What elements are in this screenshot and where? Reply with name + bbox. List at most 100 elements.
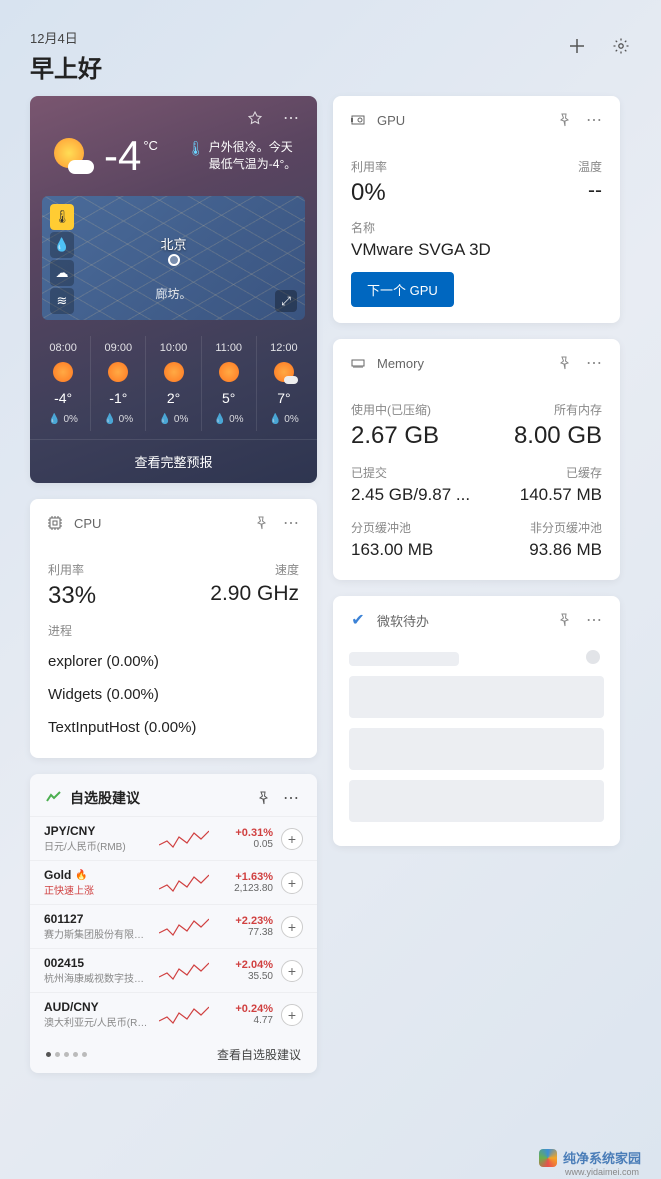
stock-subtitle: 赛力斯集团股份有限公司 bbox=[44, 926, 151, 941]
stock-subtitle: 澳大利亚元/人民币(RMB) bbox=[44, 1014, 151, 1029]
hour-time: 11:00 bbox=[215, 342, 242, 354]
weather-description: 🌡 户外很冷。今天最低气温为-4°。 bbox=[187, 139, 297, 173]
pin-icon[interactable] bbox=[245, 108, 265, 128]
view-watchlist-link[interactable]: 查看自选股建议 bbox=[93, 1046, 301, 1063]
stock-subtitle: 杭州海康威视数字技术股份… bbox=[44, 970, 151, 985]
hour-column[interactable]: 10:00 2° 💧 0% bbox=[145, 336, 200, 431]
add-stock-button[interactable]: + bbox=[281, 828, 303, 850]
memory-card: Memory ⋯ 使用中(已压缩)所有内存 2.67 GB8.00 GB 已提交… bbox=[333, 339, 620, 580]
header-greeting: 早上好 bbox=[30, 49, 102, 84]
hour-weather-icon bbox=[53, 362, 73, 382]
fire-icon: 🔥 bbox=[75, 870, 87, 881]
stock-row[interactable]: Gold🔥 正快速上涨 +1.63% 2,123.80 + bbox=[30, 860, 317, 904]
stock-row[interactable]: AUD/CNY 澳大利亚元/人民币(RMB) +0.24% 4.77 + bbox=[30, 992, 317, 1036]
hour-rain: 💧 0% bbox=[214, 414, 244, 425]
cpu-title: CPU bbox=[74, 516, 241, 531]
stock-price: 2,123.80 bbox=[217, 883, 273, 894]
add-stock-button[interactable]: + bbox=[281, 960, 303, 982]
stock-change: +0.24% bbox=[217, 1003, 273, 1015]
add-widget-button[interactable] bbox=[567, 36, 587, 56]
process-item: Widgets (0.00%) bbox=[48, 676, 299, 709]
add-stock-button[interactable]: + bbox=[281, 916, 303, 938]
map-tab-temp[interactable]: 🌡 bbox=[50, 204, 74, 230]
pin-icon[interactable] bbox=[554, 610, 574, 630]
mem-paged-value: 163.00 MB bbox=[351, 540, 433, 560]
more-icon[interactable]: ⋯ bbox=[584, 353, 604, 373]
hour-rain: 💧 0% bbox=[48, 414, 78, 425]
stock-row[interactable]: 002415 杭州海康威视数字技术股份… +2.04% 35.50 + bbox=[30, 948, 317, 992]
weather-map[interactable]: 🌡 💧 ☁ ≋ 北京 廊坊。 ⤢ bbox=[42, 196, 305, 320]
hour-column[interactable]: 11:00 5° 💧 0% bbox=[201, 336, 256, 431]
add-stock-button[interactable]: + bbox=[281, 872, 303, 894]
header: 12月4日 早上好 bbox=[0, 0, 661, 96]
stock-symbol: AUD/CNY bbox=[44, 1000, 151, 1014]
watermark-icon bbox=[539, 1149, 557, 1167]
thermometer-icon: 🌡 bbox=[187, 139, 205, 173]
hour-weather-icon bbox=[274, 362, 294, 382]
hour-weather-icon bbox=[108, 362, 128, 382]
more-icon[interactable]: ⋯ bbox=[584, 110, 604, 130]
hour-column[interactable]: 09:00 -1° 💧 0% bbox=[90, 336, 145, 431]
mem-nonpaged-label: 非分页缓冲池 bbox=[530, 519, 602, 536]
gpu-card: GPU ⋯ 利用率温度 0%-- 名称 VMware SVGA 3D 下一个 G… bbox=[333, 96, 620, 323]
hour-rain: 💧 0% bbox=[269, 414, 299, 425]
stock-change: +2.23% bbox=[217, 915, 273, 927]
stock-price: 0.05 bbox=[217, 839, 273, 850]
todo-icon: ✔ bbox=[349, 611, 367, 629]
map-tab-precip[interactable]: 💧 bbox=[50, 232, 74, 258]
stock-sparkline bbox=[159, 827, 209, 851]
hour-column[interactable]: 12:00 7° 💧 0% bbox=[256, 336, 311, 431]
cpu-icon bbox=[46, 514, 64, 532]
weather-card: ⋯ -4°C 🌡 户外很冷。今天最低气温为-4°。 🌡 💧 ☁ ≋ 北京 bbox=[30, 96, 317, 483]
map-tab-wind[interactable]: ≋ bbox=[50, 288, 74, 314]
hour-weather-icon bbox=[219, 362, 239, 382]
mem-total-value: 8.00 GB bbox=[514, 422, 602, 450]
hour-temp: 7° bbox=[277, 390, 290, 406]
stock-subtitle: 日元/人民币(RMB) bbox=[44, 838, 151, 853]
expand-icon[interactable]: ⤢ bbox=[275, 290, 297, 312]
current-temp: -4°C bbox=[104, 132, 158, 180]
stock-change: +0.31% bbox=[217, 827, 273, 839]
hour-column[interactable]: 08:00 -4° 💧 0% bbox=[36, 336, 90, 431]
more-icon[interactable]: ⋯ bbox=[584, 610, 604, 630]
pin-icon[interactable] bbox=[554, 110, 574, 130]
pin-icon[interactable] bbox=[251, 513, 271, 533]
add-stock-button[interactable]: + bbox=[281, 1004, 303, 1026]
pin-icon[interactable] bbox=[253, 788, 273, 808]
stock-symbol: 002415 bbox=[44, 956, 151, 970]
cpu-speed-value: 2.90 GHz bbox=[210, 582, 299, 610]
more-icon[interactable]: ⋯ bbox=[281, 513, 301, 533]
todo-title: 微软待办 bbox=[377, 611, 544, 630]
stock-sparkline bbox=[159, 915, 209, 939]
full-forecast-link[interactable]: 查看完整预报 bbox=[30, 439, 317, 483]
next-gpu-button[interactable]: 下一个 GPU bbox=[351, 272, 454, 307]
weather-condition-icon bbox=[50, 134, 94, 178]
gpu-temp-value: -- bbox=[588, 179, 602, 207]
pin-icon[interactable] bbox=[554, 353, 574, 373]
stock-row[interactable]: 601127 赛力斯集团股份有限公司 +2.23% 77.38 + bbox=[30, 904, 317, 948]
pagination-dots[interactable] bbox=[46, 1052, 87, 1057]
map-tab-cloud[interactable]: ☁ bbox=[50, 260, 74, 286]
stock-price: 77.38 bbox=[217, 927, 273, 938]
stocks-card: 自选股建议 ⋯ JPY/CNY 日元/人民币(RMB) +0.31% 0.05 … bbox=[30, 774, 317, 1073]
more-icon[interactable]: ⋯ bbox=[281, 108, 301, 128]
cpu-util-label: 利用率 bbox=[48, 561, 84, 578]
skeleton-block bbox=[349, 676, 604, 718]
mem-used-label: 使用中(已压缩) bbox=[351, 401, 431, 418]
stock-row[interactable]: JPY/CNY 日元/人民币(RMB) +0.31% 0.05 + bbox=[30, 816, 317, 860]
settings-button[interactable] bbox=[611, 36, 631, 56]
stock-sparkline bbox=[159, 871, 209, 895]
cpu-speed-label: 速度 bbox=[275, 561, 299, 578]
mem-used-value: 2.67 GB bbox=[351, 422, 439, 450]
mem-commit-label: 已提交 bbox=[351, 464, 387, 481]
hour-temp: -4° bbox=[54, 390, 72, 406]
cpu-util-value: 33% bbox=[48, 582, 96, 610]
gpu-name-label: 名称 bbox=[351, 219, 602, 236]
hour-rain: 💧 0% bbox=[159, 414, 189, 425]
gpu-icon bbox=[349, 111, 367, 129]
mem-commit-value: 2.45 GB/9.87 ... bbox=[351, 485, 470, 505]
cpu-card: CPU ⋯ 利用率速度 33%2.90 GHz 进程 explorer (0.0… bbox=[30, 499, 317, 758]
gpu-util-value: 0% bbox=[351, 179, 386, 207]
more-icon[interactable]: ⋯ bbox=[281, 788, 301, 808]
map-city-label: 北京 bbox=[160, 234, 186, 253]
